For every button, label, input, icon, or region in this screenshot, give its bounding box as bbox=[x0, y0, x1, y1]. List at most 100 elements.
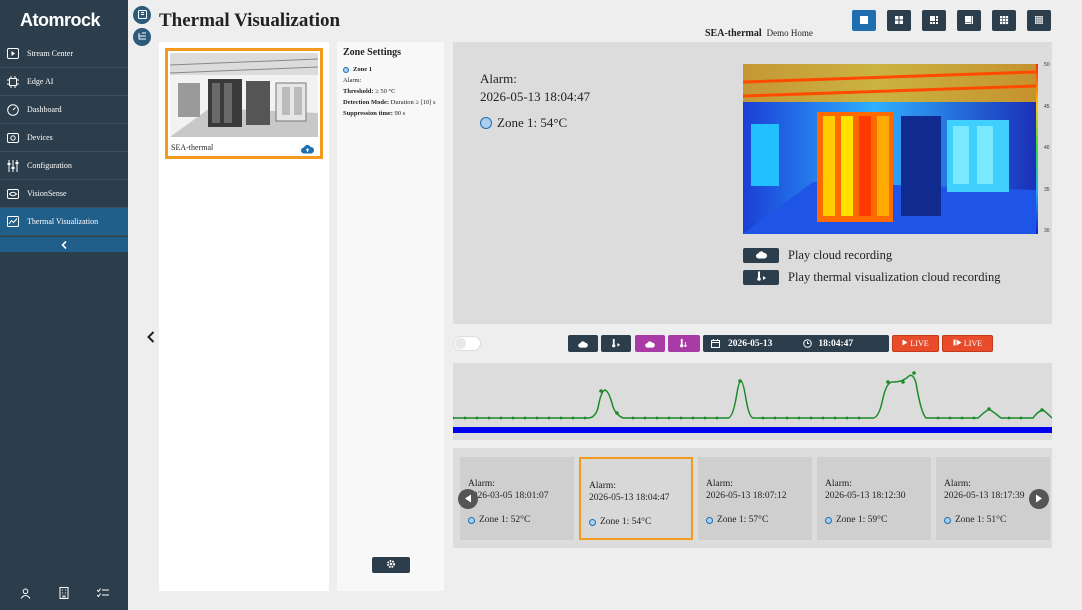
layout-8-button[interactable] bbox=[957, 10, 981, 31]
alarm-card-time: 2026-05-13 18:12:30 bbox=[825, 491, 906, 501]
layout-9-button[interactable] bbox=[992, 10, 1016, 31]
zone-name-text: Zone 1 bbox=[353, 66, 372, 73]
cloud-playback-button[interactable] bbox=[568, 335, 598, 352]
sidebar-item-visionsense[interactable]: VisionSense bbox=[0, 180, 128, 208]
suppression-label: Suppression time: bbox=[343, 110, 393, 117]
zone-marker-icon bbox=[944, 516, 951, 524]
device-card[interactable]: SEA-thermal bbox=[165, 48, 323, 159]
alarm-card-time: 2026-05-13 18:04:47 bbox=[589, 493, 670, 503]
chip-icon bbox=[7, 75, 19, 88]
layout-single-icon bbox=[859, 12, 869, 30]
layout-4-button[interactable] bbox=[887, 10, 911, 31]
zone-settings-panel: Zone Settings Zone 1 Alarm: Threshold: ≥… bbox=[337, 42, 444, 591]
play-thermal-button[interactable] bbox=[743, 270, 779, 285]
tree-icon bbox=[138, 28, 147, 46]
thermal-live-button[interactable]: LIVE bbox=[942, 335, 993, 352]
thermal-image[interactable] bbox=[743, 64, 1038, 234]
zone-marker-icon bbox=[825, 516, 832, 524]
zone-alarm-label: Alarm: bbox=[343, 77, 362, 84]
clock-icon bbox=[803, 339, 813, 348]
live-button[interactable]: LIVE bbox=[892, 335, 939, 352]
play-cloud-label[interactable]: Play cloud recording bbox=[788, 248, 892, 263]
alarm-card-label: Alarm: bbox=[825, 479, 852, 489]
alarm-card[interactable]: Alarm: 2026-05-13 18:07:12 Zone 1: 57°C bbox=[698, 457, 812, 540]
timeline-scrubber[interactable] bbox=[453, 427, 1052, 433]
calendar-icon bbox=[711, 339, 720, 348]
thermal-download-button[interactable] bbox=[668, 335, 700, 352]
thermal-playback-button[interactable] bbox=[601, 335, 631, 352]
sidebar-item-label: Edge AI bbox=[27, 77, 54, 86]
alarm-card-selected[interactable]: Alarm: 2026-05-13 18:04:47 Zone 1: 54°C bbox=[579, 457, 693, 540]
building-icon[interactable] bbox=[57, 586, 71, 600]
sidebar-item-label: Devices bbox=[27, 133, 53, 142]
alarm-card-zone: Zone 1: 52°C bbox=[479, 515, 531, 525]
sidebar-item-label: VisionSense bbox=[27, 189, 67, 198]
sidebar-item-devices[interactable]: Devices bbox=[0, 124, 128, 152]
alarm-card[interactable]: Alarm: 2026-05-13 18:12:30 Zone 1: 59°C bbox=[817, 457, 931, 540]
detection-label: Detection Mode: bbox=[343, 99, 390, 106]
zone-settings-button[interactable] bbox=[372, 557, 410, 573]
thermometer-icon bbox=[611, 335, 621, 353]
cloud-download-button[interactable] bbox=[635, 335, 665, 352]
sidebar-item-label: Thermal Visualization bbox=[27, 217, 99, 226]
thermal-scale: 50 45 40 35 30 bbox=[1044, 62, 1050, 234]
cloud-upload-icon[interactable] bbox=[301, 141, 315, 159]
playback-datetime[interactable]: 2026-05-13 18:04:47 bbox=[703, 335, 889, 352]
temperature-line-chart bbox=[451, 371, 1053, 420]
thermal-live-label: LIVE bbox=[963, 339, 983, 348]
sidebar-item-dashboard[interactable]: Dashboard bbox=[0, 96, 128, 124]
thermometer-download-icon bbox=[679, 335, 689, 353]
play-thermal-label[interactable]: Play thermal visualization cloud recordi… bbox=[788, 270, 1000, 285]
sidebar-item-edge-ai[interactable]: Edge AI bbox=[0, 68, 128, 96]
play-cloud-button[interactable] bbox=[743, 248, 779, 263]
scale-tick: 40 bbox=[1044, 145, 1050, 151]
threshold-value: ≥ 50 °C bbox=[375, 88, 396, 95]
tree-view-button[interactable] bbox=[133, 28, 151, 46]
arrow-left-icon bbox=[464, 490, 472, 508]
layout-grid-8-icon bbox=[964, 12, 974, 30]
alarm-time: 2026-05-13 18:04:47 bbox=[480, 89, 591, 104]
camera-icon bbox=[7, 132, 19, 144]
user-icon[interactable] bbox=[18, 586, 32, 600]
thermal-play-icon bbox=[953, 339, 962, 348]
alarm-next-button[interactable] bbox=[1029, 489, 1049, 509]
view-mode-button[interactable] bbox=[133, 6, 151, 24]
alarm-prev-button[interactable] bbox=[458, 489, 478, 509]
alarm-card-label: Alarm: bbox=[706, 479, 733, 489]
alarm-viewer: Alarm: 2026-05-13 18:04:47 Zone 1: 54°C bbox=[453, 42, 1052, 324]
layout-grid-4-icon bbox=[894, 12, 904, 30]
layout-grid-16-icon bbox=[1034, 12, 1044, 30]
play-thermal-row[interactable]: Play thermal visualization cloud recordi… bbox=[743, 270, 1000, 285]
layout-16-button[interactable] bbox=[1027, 10, 1051, 31]
sidebar-item-stream-center[interactable]: Stream Center bbox=[0, 40, 128, 68]
playback-time[interactable]: 18:04:47 bbox=[818, 339, 853, 349]
alarm-zone-text: Zone 1: 54°C bbox=[497, 115, 568, 130]
detection-value: Duration ≥ [10] s bbox=[390, 99, 436, 106]
sidebar-collapse-button[interactable] bbox=[0, 236, 128, 252]
header-tools bbox=[133, 6, 151, 50]
sidebar-item-label: Stream Center bbox=[27, 49, 73, 58]
gear-icon bbox=[386, 559, 396, 571]
zone-marker-icon bbox=[706, 516, 713, 524]
alarm-info: Alarm: 2026-05-13 18:04:47 bbox=[480, 70, 590, 106]
alarm-card-label: Alarm: bbox=[589, 481, 616, 491]
auto-play-toggle[interactable] bbox=[453, 336, 481, 351]
sidebar-item-configuration[interactable]: Configuration bbox=[0, 152, 128, 180]
play-cloud-row[interactable]: Play cloud recording bbox=[743, 248, 892, 263]
sidebar-item-thermal-visualization[interactable]: Thermal Visualization bbox=[0, 208, 128, 236]
chevron-left-icon bbox=[61, 236, 67, 254]
playback-date[interactable]: 2026-05-13 bbox=[728, 339, 772, 349]
alarm-card-zone: Zone 1: 59°C bbox=[836, 515, 888, 525]
layout-1-button[interactable] bbox=[852, 10, 876, 31]
checklist-icon[interactable] bbox=[96, 586, 110, 600]
zone-suppression: Suppression time: 90 s bbox=[343, 110, 438, 117]
zone-marker-icon bbox=[480, 117, 492, 129]
thermometer-play-icon bbox=[756, 270, 767, 285]
threshold-label: Threshold: bbox=[343, 88, 374, 95]
alarm-card-zone: Zone 1: 51°C bbox=[955, 515, 1007, 525]
layout-6-button[interactable] bbox=[922, 10, 946, 31]
alarm-history: Alarm: 2026-03-05 18:01:07 Zone 1: 52°C … bbox=[453, 448, 1052, 548]
temperature-line bbox=[453, 374, 1053, 419]
zone-name: Zone 1 bbox=[343, 66, 438, 73]
panel-collapse-button[interactable] bbox=[147, 330, 155, 348]
